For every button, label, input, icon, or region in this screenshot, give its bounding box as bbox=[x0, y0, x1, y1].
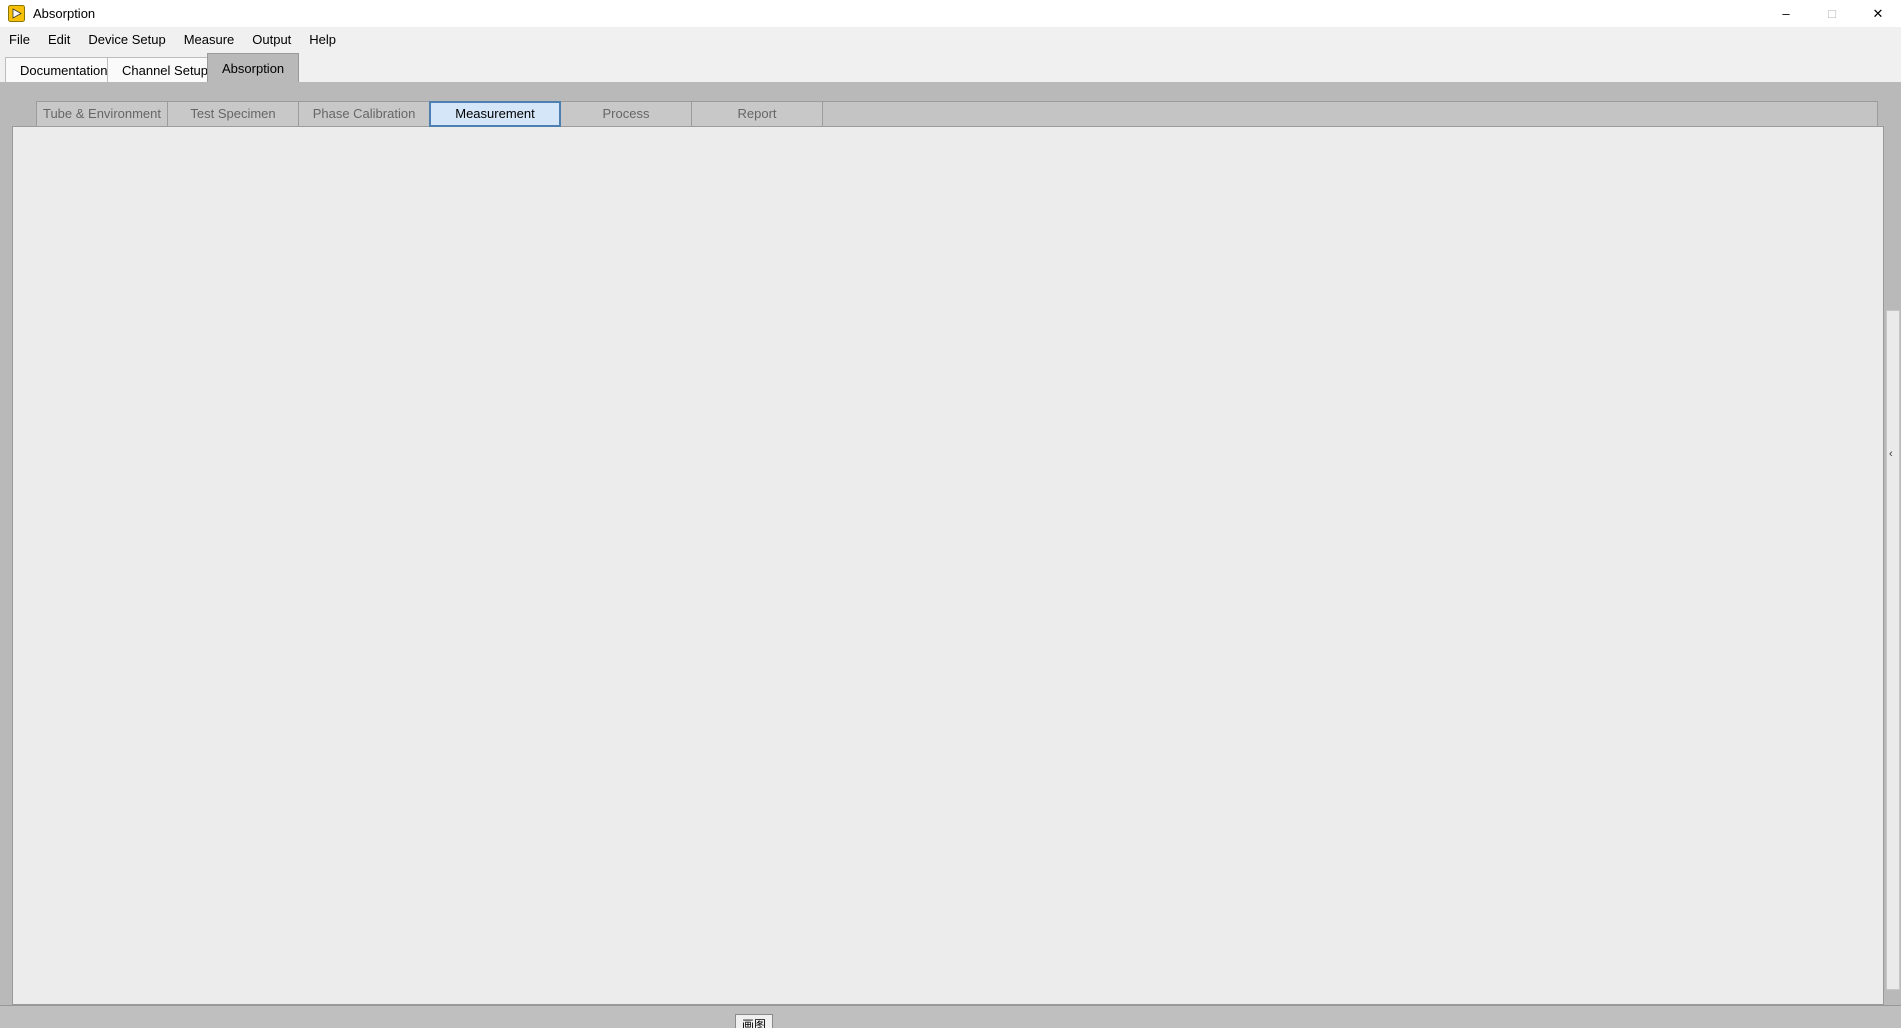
subtab-measurement[interactable]: Measurement bbox=[429, 101, 561, 127]
window-title: Absorption bbox=[33, 6, 95, 21]
title-bar: Absorption – □ ✕ bbox=[0, 0, 1901, 28]
app-icon bbox=[8, 5, 25, 22]
menu-file[interactable]: File bbox=[0, 27, 39, 52]
tab-channel-setup[interactable]: Channel Setup bbox=[107, 57, 223, 82]
chevron-left-icon[interactable]: ‹ bbox=[1889, 448, 1893, 460]
subtab-report[interactable]: Report bbox=[691, 101, 823, 127]
right-scrollbar[interactable] bbox=[1886, 310, 1900, 990]
maximize-button[interactable]: □ bbox=[1809, 0, 1855, 27]
subtab-phase-calibration[interactable]: Phase Calibration bbox=[298, 101, 430, 127]
subtab-test-specimen[interactable]: Test Specimen bbox=[167, 101, 299, 127]
menu-bar: File Edit Device Setup Measure Output He… bbox=[0, 27, 1901, 52]
main-tab-strip: Documentation Channel Setup Absorption bbox=[0, 52, 1901, 82]
menu-edit[interactable]: Edit bbox=[39, 27, 79, 52]
absorption-app-window: Absorption – □ ✕ File Edit Device Setup … bbox=[0, 0, 1901, 1028]
minimize-button[interactable]: – bbox=[1763, 0, 1809, 27]
subtab-filler bbox=[822, 101, 1878, 127]
close-button[interactable]: ✕ bbox=[1855, 0, 1901, 27]
subtab-tube-environment[interactable]: Tube & Environment bbox=[36, 101, 168, 127]
subtab-process[interactable]: Process bbox=[560, 101, 692, 127]
tab-documentation[interactable]: Documentation bbox=[5, 57, 122, 82]
menu-device-setup[interactable]: Device Setup bbox=[79, 27, 174, 52]
bottom-band: 画图 bbox=[0, 1005, 1901, 1028]
bottom-partial-tab[interactable]: 画图 bbox=[735, 1014, 773, 1028]
menu-output[interactable]: Output bbox=[243, 27, 300, 52]
tab-absorption[interactable]: Absorption bbox=[207, 53, 299, 82]
menu-help[interactable]: Help bbox=[300, 27, 345, 52]
menu-measure[interactable]: Measure bbox=[175, 27, 244, 52]
measurement-page-panel bbox=[12, 126, 1884, 1005]
